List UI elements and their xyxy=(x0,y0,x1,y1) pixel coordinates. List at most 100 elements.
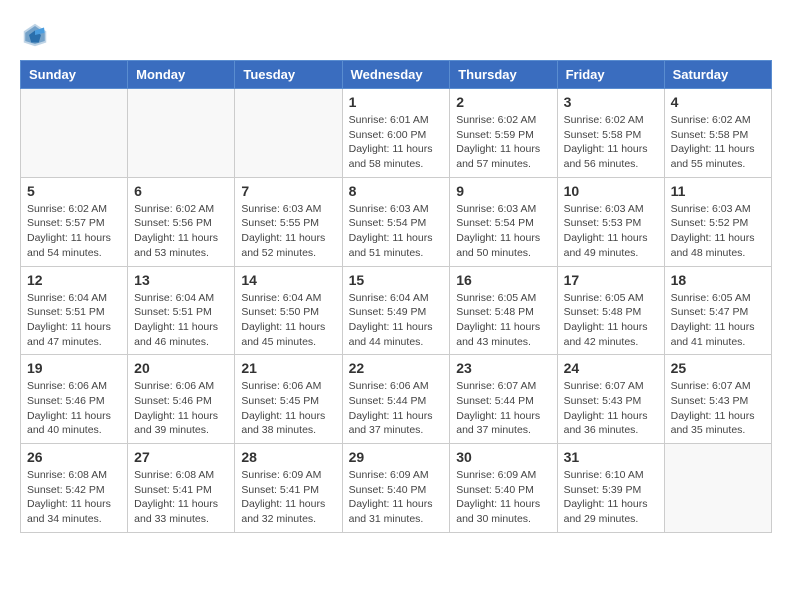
calendar-cell: 26 Sunrise: 6:08 AM Sunset: 5:42 PM Dayli… xyxy=(21,444,128,533)
calendar-table: SundayMondayTuesdayWednesdayThursdayFrid… xyxy=(20,60,772,533)
calendar-cell xyxy=(664,444,771,533)
logo xyxy=(20,20,54,50)
calendar-cell: 30 Sunrise: 6:09 AM Sunset: 5:40 PM Dayli… xyxy=(450,444,557,533)
day-number: 4 xyxy=(671,94,765,110)
day-info: Sunrise: 6:03 AM Sunset: 5:55 PM Dayligh… xyxy=(241,202,335,261)
day-number: 19 xyxy=(27,360,121,376)
day-info: Sunrise: 6:09 AM Sunset: 5:41 PM Dayligh… xyxy=(241,468,335,527)
day-info: Sunrise: 6:03 AM Sunset: 5:53 PM Dayligh… xyxy=(564,202,658,261)
weekday-header-thursday: Thursday xyxy=(450,61,557,89)
day-info: Sunrise: 6:06 AM Sunset: 5:46 PM Dayligh… xyxy=(134,379,228,438)
logo-icon xyxy=(20,20,50,50)
calendar-cell: 3Sunrise: 6:02 AM Sunset: 5:58 PM Daylig… xyxy=(557,89,664,178)
calendar-cell: 31 Sunrise: 6:10 AM Sunset: 5:39 PM Dayli… xyxy=(557,444,664,533)
weekday-header-sunday: Sunday xyxy=(21,61,128,89)
day-info: Sunrise: 6:06 AM Sunset: 5:44 PM Dayligh… xyxy=(349,379,444,438)
day-number: 23 xyxy=(456,360,550,376)
calendar-cell: 21 Sunrise: 6:06 AM Sunset: 5:45 PM Dayli… xyxy=(235,355,342,444)
day-info: Sunrise: 6:02 AM Sunset: 5:56 PM Dayligh… xyxy=(134,202,228,261)
day-number: 14 xyxy=(241,272,335,288)
calendar-cell: 6 Sunrise: 6:02 AM Sunset: 5:56 PM Daylig… xyxy=(128,177,235,266)
week-row-3: 19 Sunrise: 6:06 AM Sunset: 5:46 PM Dayli… xyxy=(21,355,772,444)
weekday-header-monday: Monday xyxy=(128,61,235,89)
calendar-cell: 16Sunrise: 6:05 AM Sunset: 5:48 PM Dayli… xyxy=(450,266,557,355)
weekday-header-tuesday: Tuesday xyxy=(235,61,342,89)
day-info: Sunrise: 6:08 AM Sunset: 5:42 PM Dayligh… xyxy=(27,468,121,527)
calendar-cell: 8Sunrise: 6:03 AM Sunset: 5:54 PM Daylig… xyxy=(342,177,450,266)
calendar-cell: 27 Sunrise: 6:08 AM Sunset: 5:41 PM Dayli… xyxy=(128,444,235,533)
day-info: Sunrise: 6:04 AM Sunset: 5:51 PM Dayligh… xyxy=(27,291,121,350)
day-number: 31 xyxy=(564,449,658,465)
day-info: Sunrise: 6:10 AM Sunset: 5:39 PM Dayligh… xyxy=(564,468,658,527)
calendar-cell: 29 Sunrise: 6:09 AM Sunset: 5:40 PM Dayli… xyxy=(342,444,450,533)
day-number: 27 xyxy=(134,449,228,465)
day-info: Sunrise: 6:02 AM Sunset: 5:57 PM Dayligh… xyxy=(27,202,121,261)
day-number: 12 xyxy=(27,272,121,288)
calendar-cell: 11 Sunrise: 6:03 AM Sunset: 5:52 PM Dayli… xyxy=(664,177,771,266)
week-row-1: 5 Sunrise: 6:02 AM Sunset: 5:57 PM Daylig… xyxy=(21,177,772,266)
day-number: 15 xyxy=(349,272,444,288)
day-number: 25 xyxy=(671,360,765,376)
day-number: 18 xyxy=(671,272,765,288)
calendar-cell: 12 Sunrise: 6:04 AM Sunset: 5:51 PM Dayli… xyxy=(21,266,128,355)
day-info: Sunrise: 6:02 AM Sunset: 5:58 PM Dayligh… xyxy=(564,113,658,172)
page-header xyxy=(20,20,772,50)
calendar-cell: 4 Sunrise: 6:02 AM Sunset: 5:58 PM Daylig… xyxy=(664,89,771,178)
calendar-cell: 24Sunrise: 6:07 AM Sunset: 5:43 PM Dayli… xyxy=(557,355,664,444)
day-number: 10 xyxy=(564,183,658,199)
calendar-cell: 28 Sunrise: 6:09 AM Sunset: 5:41 PM Dayli… xyxy=(235,444,342,533)
day-number: 13 xyxy=(134,272,228,288)
day-info: Sunrise: 6:06 AM Sunset: 5:45 PM Dayligh… xyxy=(241,379,335,438)
day-number: 17 xyxy=(564,272,658,288)
calendar-cell: 10 Sunrise: 6:03 AM Sunset: 5:53 PM Dayli… xyxy=(557,177,664,266)
calendar-cell xyxy=(128,89,235,178)
weekday-header-saturday: Saturday xyxy=(664,61,771,89)
week-row-2: 12 Sunrise: 6:04 AM Sunset: 5:51 PM Dayli… xyxy=(21,266,772,355)
day-info: Sunrise: 6:01 AM Sunset: 6:00 PM Dayligh… xyxy=(349,113,444,172)
weekday-header-friday: Friday xyxy=(557,61,664,89)
day-number: 2 xyxy=(456,94,550,110)
day-info: Sunrise: 6:04 AM Sunset: 5:49 PM Dayligh… xyxy=(349,291,444,350)
calendar-cell xyxy=(235,89,342,178)
weekday-header-row: SundayMondayTuesdayWednesdayThursdayFrid… xyxy=(21,61,772,89)
day-number: 5 xyxy=(27,183,121,199)
day-info: Sunrise: 6:05 AM Sunset: 5:47 PM Dayligh… xyxy=(671,291,765,350)
weekday-header-wednesday: Wednesday xyxy=(342,61,450,89)
calendar-cell: 7Sunrise: 6:03 AM Sunset: 5:55 PM Daylig… xyxy=(235,177,342,266)
day-number: 26 xyxy=(27,449,121,465)
day-number: 9 xyxy=(456,183,550,199)
day-info: Sunrise: 6:04 AM Sunset: 5:51 PM Dayligh… xyxy=(134,291,228,350)
day-info: Sunrise: 6:06 AM Sunset: 5:46 PM Dayligh… xyxy=(27,379,121,438)
day-info: Sunrise: 6:09 AM Sunset: 5:40 PM Dayligh… xyxy=(456,468,550,527)
day-number: 24 xyxy=(564,360,658,376)
day-info: Sunrise: 6:03 AM Sunset: 5:54 PM Dayligh… xyxy=(349,202,444,261)
calendar-cell: 15 Sunrise: 6:04 AM Sunset: 5:49 PM Dayli… xyxy=(342,266,450,355)
calendar-cell: 14 Sunrise: 6:04 AM Sunset: 5:50 PM Dayli… xyxy=(235,266,342,355)
calendar-cell: 22 Sunrise: 6:06 AM Sunset: 5:44 PM Dayli… xyxy=(342,355,450,444)
day-info: Sunrise: 6:04 AM Sunset: 5:50 PM Dayligh… xyxy=(241,291,335,350)
calendar-cell: 23 Sunrise: 6:07 AM Sunset: 5:44 PM Dayli… xyxy=(450,355,557,444)
day-info: Sunrise: 6:05 AM Sunset: 5:48 PM Dayligh… xyxy=(456,291,550,350)
day-number: 30 xyxy=(456,449,550,465)
day-info: Sunrise: 6:03 AM Sunset: 5:54 PM Dayligh… xyxy=(456,202,550,261)
day-number: 11 xyxy=(671,183,765,199)
calendar-cell: 17 Sunrise: 6:05 AM Sunset: 5:48 PM Dayli… xyxy=(557,266,664,355)
day-number: 22 xyxy=(349,360,444,376)
day-info: Sunrise: 6:07 AM Sunset: 5:43 PM Dayligh… xyxy=(671,379,765,438)
day-number: 1 xyxy=(349,94,444,110)
day-info: Sunrise: 6:09 AM Sunset: 5:40 PM Dayligh… xyxy=(349,468,444,527)
day-number: 6 xyxy=(134,183,228,199)
calendar-cell: 9 Sunrise: 6:03 AM Sunset: 5:54 PM Daylig… xyxy=(450,177,557,266)
calendar-cell: 25 Sunrise: 6:07 AM Sunset: 5:43 PM Dayli… xyxy=(664,355,771,444)
week-row-0: 1 Sunrise: 6:01 AM Sunset: 6:00 PM Daylig… xyxy=(21,89,772,178)
day-number: 28 xyxy=(241,449,335,465)
day-info: Sunrise: 6:02 AM Sunset: 5:58 PM Dayligh… xyxy=(671,113,765,172)
day-info: Sunrise: 6:03 AM Sunset: 5:52 PM Dayligh… xyxy=(671,202,765,261)
calendar-cell: 18 Sunrise: 6:05 AM Sunset: 5:47 PM Dayli… xyxy=(664,266,771,355)
day-number: 21 xyxy=(241,360,335,376)
day-info: Sunrise: 6:05 AM Sunset: 5:48 PM Dayligh… xyxy=(564,291,658,350)
day-info: Sunrise: 6:07 AM Sunset: 5:44 PM Dayligh… xyxy=(456,379,550,438)
day-info: Sunrise: 6:08 AM Sunset: 5:41 PM Dayligh… xyxy=(134,468,228,527)
day-number: 29 xyxy=(349,449,444,465)
week-row-4: 26 Sunrise: 6:08 AM Sunset: 5:42 PM Dayli… xyxy=(21,444,772,533)
